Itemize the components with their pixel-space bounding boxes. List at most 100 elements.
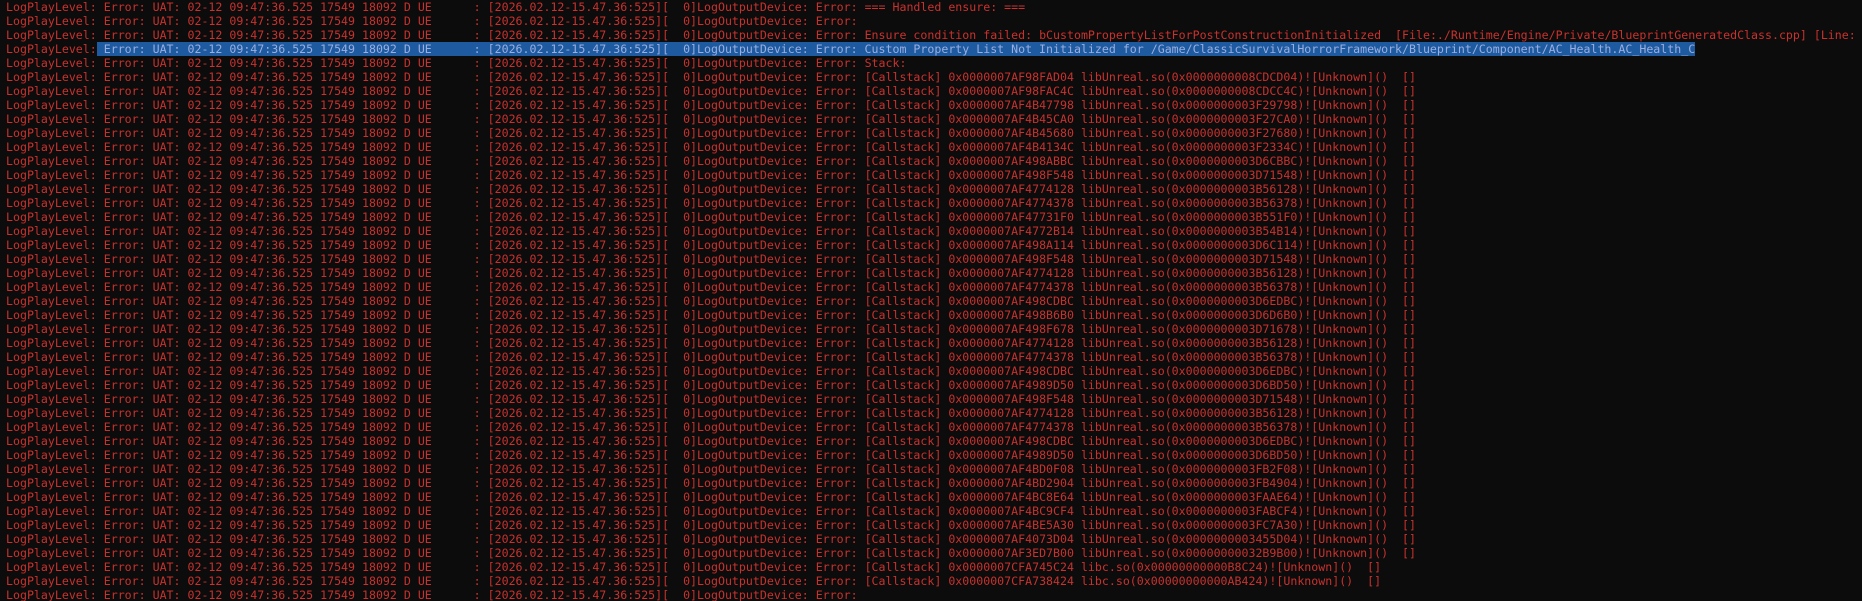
log-category: LogPlayLevel: — [6, 252, 97, 266]
log-line[interactable]: LogPlayLevel: Error: UAT: 02-12 09:47:36… — [6, 560, 1862, 574]
log-line[interactable]: LogPlayLevel: Error: UAT: 02-12 09:47:36… — [6, 574, 1862, 588]
log-message: [Callstack] 0x0000007AF4774128 libUnreal… — [864, 182, 1416, 196]
log-category: LogPlayLevel: — [6, 238, 97, 252]
log-line[interactable]: LogPlayLevel: Error: UAT: 02-12 09:47:36… — [6, 266, 1862, 280]
log-message: [Callstack] 0x0000007AF47731F0 libUnreal… — [864, 210, 1416, 224]
log-line[interactable]: LogPlayLevel: Error: UAT: 02-12 09:47:36… — [6, 490, 1862, 504]
log-category: LogPlayLevel: — [6, 560, 97, 574]
log-line[interactable]: LogPlayLevel: Error: UAT: 02-12 09:47:36… — [6, 546, 1862, 560]
log-line[interactable]: LogPlayLevel: Error: UAT: 02-12 09:47:36… — [6, 182, 1862, 196]
log-line[interactable]: LogPlayLevel: Error: UAT: 02-12 09:47:36… — [6, 70, 1862, 84]
log-line[interactable]: LogPlayLevel: Error: UAT: 02-12 09:47:36… — [6, 252, 1862, 266]
log-category: LogPlayLevel: — [6, 280, 97, 294]
console-output[interactable]: LogPlayLevel: Error: UAT: 02-12 09:47:36… — [0, 0, 1862, 601]
log-line[interactable]: LogPlayLevel: Error: UAT: 02-12 09:47:36… — [6, 196, 1862, 210]
log-line[interactable]: LogPlayLevel: Error: UAT: 02-12 09:47:36… — [6, 406, 1862, 420]
log-meta: Error: UAT: 02-12 09:47:36.525 17549 180… — [96, 532, 865, 546]
log-message: [Callstack] 0x0000007AF498A114 libUnreal… — [864, 238, 1416, 252]
log-category: LogPlayLevel: — [6, 140, 97, 154]
log-message: [Callstack] 0x0000007AF4772B14 libUnreal… — [864, 224, 1416, 238]
log-line[interactable]: LogPlayLevel: Error: UAT: 02-12 09:47:36… — [6, 28, 1862, 42]
log-message: [Callstack] 0x0000007AF4B45CA0 libUnreal… — [864, 112, 1416, 126]
log-meta: Error: UAT: 02-12 09:47:36.525 17549 180… — [96, 378, 865, 392]
log-meta: Error: UAT: 02-12 09:47:36.525 17549 180… — [96, 280, 865, 294]
log-category: LogPlayLevel: — [6, 42, 97, 56]
log-meta: Error: UAT: 02-12 09:47:36.525 17549 180… — [96, 504, 865, 518]
log-message: [Callstack] 0x0000007AF4774378 libUnreal… — [864, 420, 1416, 434]
log-meta: Error: UAT: 02-12 09:47:36.525 17549 180… — [96, 308, 865, 322]
log-category: LogPlayLevel: — [6, 70, 97, 84]
log-line[interactable]: LogPlayLevel: Error: UAT: 02-12 09:47:36… — [6, 280, 1862, 294]
log-line[interactable]: LogPlayLevel: Error: UAT: 02-12 09:47:36… — [6, 476, 1862, 490]
log-line[interactable]: LogPlayLevel: Error: UAT: 02-12 09:47:36… — [6, 0, 1862, 14]
log-line[interactable]: LogPlayLevel: Error: UAT: 02-12 09:47:36… — [6, 56, 1862, 70]
log-line[interactable]: LogPlayLevel: Error: UAT: 02-12 09:47:36… — [6, 322, 1862, 336]
log-meta: Error: UAT: 02-12 09:47:36.525 17549 180… — [96, 322, 865, 336]
log-category: LogPlayLevel: — [6, 154, 97, 168]
log-line[interactable]: LogPlayLevel: Error: UAT: 02-12 09:47:36… — [6, 392, 1862, 406]
log-message: === Handled ensure: === — [864, 0, 1026, 14]
log-message: [Callstack] 0x0000007AF498F548 libUnreal… — [864, 168, 1416, 182]
log-line[interactable]: LogPlayLevel: Error: UAT: 02-12 09:47:36… — [6, 420, 1862, 434]
log-message: [Callstack] 0x0000007AF4989D50 libUnreal… — [864, 378, 1416, 392]
log-line[interactable]: LogPlayLevel: Error: UAT: 02-12 09:47:36… — [6, 462, 1862, 476]
log-line[interactable]: LogPlayLevel: Error: UAT: 02-12 09:47:36… — [6, 126, 1862, 140]
log-message: [Callstack] 0x0000007CFA745C24 libc.so(0… — [864, 560, 1382, 574]
log-category: LogPlayLevel: — [6, 14, 97, 28]
log-line[interactable]: LogPlayLevel: Error: UAT: 02-12 09:47:36… — [6, 84, 1862, 98]
log-meta: Error: UAT: 02-12 09:47:36.525 17549 180… — [96, 126, 865, 140]
log-line[interactable]: LogPlayLevel: Error: UAT: 02-12 09:47:36… — [6, 350, 1862, 364]
log-meta: Error: UAT: 02-12 09:47:36.525 17549 180… — [96, 252, 865, 266]
log-line[interactable]: LogPlayLevel: Error: UAT: 02-12 09:47:36… — [6, 210, 1862, 224]
log-category: LogPlayLevel: — [6, 406, 97, 420]
log-meta: Error: UAT: 02-12 09:47:36.525 17549 180… — [96, 140, 865, 154]
log-line[interactable]: LogPlayLevel: Error: UAT: 02-12 09:47:36… — [6, 448, 1862, 462]
log-message: [Callstack] 0x0000007AF4B45680 libUnreal… — [864, 126, 1416, 140]
log-line[interactable]: LogPlayLevel: Error: UAT: 02-12 09:47:36… — [6, 532, 1862, 546]
log-meta: Error: UAT: 02-12 09:47:36.525 17549 180… — [96, 266, 865, 280]
log-message: [Callstack] 0x0000007AF4BE5A30 libUnreal… — [864, 518, 1416, 532]
log-meta: Error: UAT: 02-12 09:47:36.525 17549 180… — [96, 0, 865, 14]
log-line[interactable]: LogPlayLevel: Error: UAT: 02-12 09:47:36… — [6, 518, 1862, 532]
log-line[interactable]: LogPlayLevel: Error: UAT: 02-12 09:47:36… — [6, 336, 1862, 350]
log-meta: Error: UAT: 02-12 09:47:36.525 17549 180… — [96, 154, 865, 168]
log-category: LogPlayLevel: — [6, 84, 97, 98]
log-message: Stack: — [864, 56, 907, 70]
log-line[interactable]: LogPlayLevel: Error: UAT: 02-12 09:47:36… — [6, 112, 1862, 126]
log-line[interactable]: LogPlayLevel: Error: UAT: 02-12 09:47:36… — [6, 168, 1862, 182]
log-meta: Error: UAT: 02-12 09:47:36.525 17549 180… — [96, 518, 865, 532]
log-line[interactable]: LogPlayLevel: Error: UAT: 02-12 09:47:36… — [6, 154, 1862, 168]
log-line[interactable]: LogPlayLevel: Error: UAT: 02-12 09:47:36… — [6, 238, 1862, 252]
log-line[interactable]: LogPlayLevel: Error: UAT: 02-12 09:47:36… — [6, 378, 1862, 392]
log-line[interactable]: LogPlayLevel: Error: UAT: 02-12 09:47:36… — [6, 140, 1862, 154]
log-category: LogPlayLevel: — [6, 294, 97, 308]
log-line[interactable]: LogPlayLevel: Error: UAT: 02-12 09:47:36… — [6, 98, 1862, 112]
log-category: LogPlayLevel: — [6, 532, 97, 546]
log-category: LogPlayLevel: — [6, 378, 97, 392]
log-message: [Callstack] 0x0000007AF498B6B0 libUnreal… — [864, 308, 1416, 322]
log-message: [Callstack] 0x0000007AF4774128 libUnreal… — [864, 266, 1416, 280]
log-message: [Callstack] 0x0000007AF4BC8E64 libUnreal… — [864, 490, 1416, 504]
log-line[interactable]: LogPlayLevel: Error: UAT: 02-12 09:47:36… — [6, 434, 1862, 448]
log-line[interactable]: LogPlayLevel: Error: UAT: 02-12 09:47:36… — [6, 224, 1862, 238]
log-message: [Callstack] 0x0000007AF498CDBC libUnreal… — [864, 434, 1416, 448]
log-meta: Error: UAT: 02-12 09:47:36.525 17549 180… — [96, 294, 865, 308]
log-category: LogPlayLevel: — [6, 434, 97, 448]
log-line-selected[interactable]: LogPlayLevel: Error: UAT: 02-12 09:47:36… — [6, 42, 1862, 56]
log-meta: Error: UAT: 02-12 09:47:36.525 17549 180… — [96, 70, 865, 84]
log-category: LogPlayLevel: — [6, 182, 97, 196]
log-line[interactable]: LogPlayLevel: Error: UAT: 02-12 09:47:36… — [6, 588, 1862, 601]
log-meta: Error: UAT: 02-12 09:47:36.525 17549 180… — [96, 574, 865, 588]
log-message: Ensure condition failed: bCustomProperty… — [864, 28, 1856, 42]
log-line[interactable]: LogPlayLevel: Error: UAT: 02-12 09:47:36… — [6, 364, 1862, 378]
log-message: [Callstack] 0x0000007AF4774378 libUnreal… — [864, 280, 1416, 294]
log-line[interactable]: LogPlayLevel: Error: UAT: 02-12 09:47:36… — [6, 308, 1862, 322]
log-meta: Error: UAT: 02-12 09:47:36.525 17549 180… — [96, 364, 865, 378]
log-line[interactable]: LogPlayLevel: Error: UAT: 02-12 09:47:36… — [6, 14, 1862, 28]
log-category: LogPlayLevel: — [6, 98, 97, 112]
log-category: LogPlayLevel: — [6, 308, 97, 322]
log-category: LogPlayLevel: — [6, 266, 97, 280]
log-category: LogPlayLevel: — [6, 476, 97, 490]
log-line[interactable]: LogPlayLevel: Error: UAT: 02-12 09:47:36… — [6, 294, 1862, 308]
log-line[interactable]: LogPlayLevel: Error: UAT: 02-12 09:47:36… — [6, 504, 1862, 518]
